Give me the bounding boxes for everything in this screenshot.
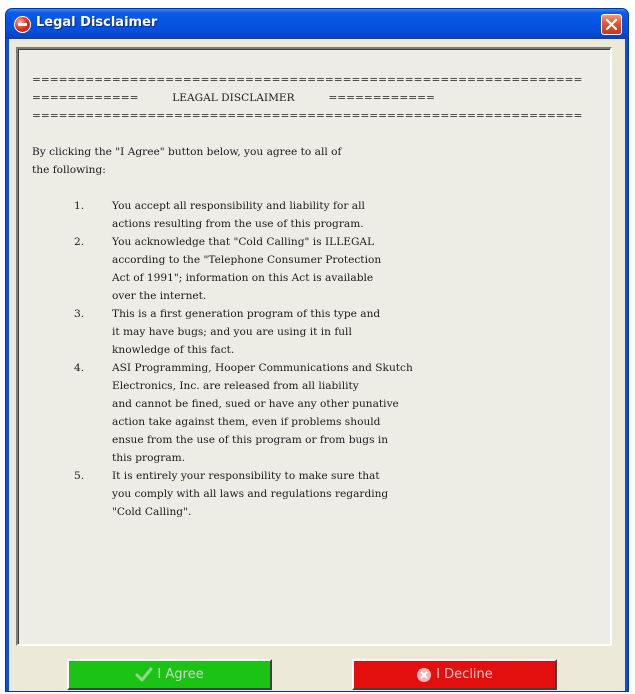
list-item-line: actions resulting from the use of this p… bbox=[112, 218, 364, 230]
dialog-client-area: ========================================… bbox=[9, 39, 625, 691]
dialog-window: Legal Disclaimer =======================… bbox=[5, 8, 629, 692]
list-item-line: You acknowledge that "Cold Calling" is I… bbox=[112, 236, 375, 248]
window-title: Legal Disclaimer bbox=[36, 15, 158, 30]
list-item-number: 4. bbox=[74, 362, 85, 374]
list-item-line: it may have bugs; and you are using it i… bbox=[112, 326, 352, 338]
intro-line-1: By clicking the "I Agree" button below, … bbox=[32, 146, 342, 158]
rule-line-bottom: ========================================… bbox=[32, 110, 583, 122]
disclaimer-text-area[interactable]: ========================================… bbox=[16, 47, 612, 646]
agree-button[interactable]: I Agree bbox=[67, 659, 272, 690]
list-item-line: knowledge of this fact. bbox=[112, 344, 235, 356]
close-icon bbox=[605, 18, 618, 31]
close-button[interactable] bbox=[601, 14, 622, 35]
list-item-line: according to the "Telephone Consumer Pro… bbox=[112, 254, 382, 266]
list-item-line: It is entirely your responsibility to ma… bbox=[112, 470, 380, 482]
heading-title: LEAGAL DISCLAIMER bbox=[172, 92, 295, 104]
list-item-line: Act of 1991"; information on this Act is… bbox=[112, 272, 374, 284]
list-item-line: Electronics, Inc. are released from all … bbox=[112, 380, 359, 392]
list-item-line: This is a first generation program of th… bbox=[112, 308, 381, 320]
list-item-line: "Cold Calling". bbox=[112, 506, 192, 518]
list-item-number: 1. bbox=[74, 200, 85, 212]
app-icon bbox=[14, 16, 31, 33]
list-item: 1. You accept all responsibility and liab… bbox=[32, 197, 610, 233]
disclaimer-list: 1. You accept all responsibility and liab… bbox=[32, 197, 610, 521]
list-item-line: You accept all responsibility and liabil… bbox=[112, 200, 365, 212]
heading-rule-right: ============ bbox=[328, 92, 435, 104]
list-item-line: this program. bbox=[112, 452, 186, 464]
list-item-number: 5. bbox=[74, 470, 85, 482]
list-item-line: action take against them, even if proble… bbox=[112, 416, 381, 428]
checkmark-icon bbox=[135, 667, 153, 681]
rule-line-top: ========================================… bbox=[32, 74, 583, 86]
list-item-number: 3. bbox=[74, 308, 85, 320]
decline-icon bbox=[417, 667, 432, 682]
agree-button-label: I Agree bbox=[157, 667, 204, 682]
intro-line-2: the following: bbox=[32, 164, 106, 176]
list-item-line: and cannot be fined, sued or have any ot… bbox=[112, 398, 399, 410]
list-item-line: you comply with all laws and regulations… bbox=[112, 488, 389, 500]
list-item: 5. It is entirely your responsibility to … bbox=[32, 467, 610, 521]
decline-button-label: I Decline bbox=[436, 667, 493, 682]
list-item-line: over the internet. bbox=[112, 290, 207, 302]
list-item: 4. ASI Programming, Hooper Communications… bbox=[32, 359, 610, 467]
list-item-line: ASI Programming, Hooper Communications a… bbox=[112, 362, 413, 374]
decline-button[interactable]: I Decline bbox=[352, 659, 557, 690]
list-item-number: 2. bbox=[74, 236, 85, 248]
title-bar[interactable]: Legal Disclaimer bbox=[6, 9, 628, 39]
list-item: 2. You acknowledge that "Cold Calling" is… bbox=[32, 233, 610, 305]
list-item-line: ensue from the use of this program or fr… bbox=[112, 434, 389, 446]
list-item: 3. This is a first generation program of … bbox=[32, 305, 610, 359]
disclaimer-heading: ============ LEAGAL DISCLAIMER =========… bbox=[32, 89, 610, 107]
heading-rule-left: ============ bbox=[32, 92, 139, 104]
